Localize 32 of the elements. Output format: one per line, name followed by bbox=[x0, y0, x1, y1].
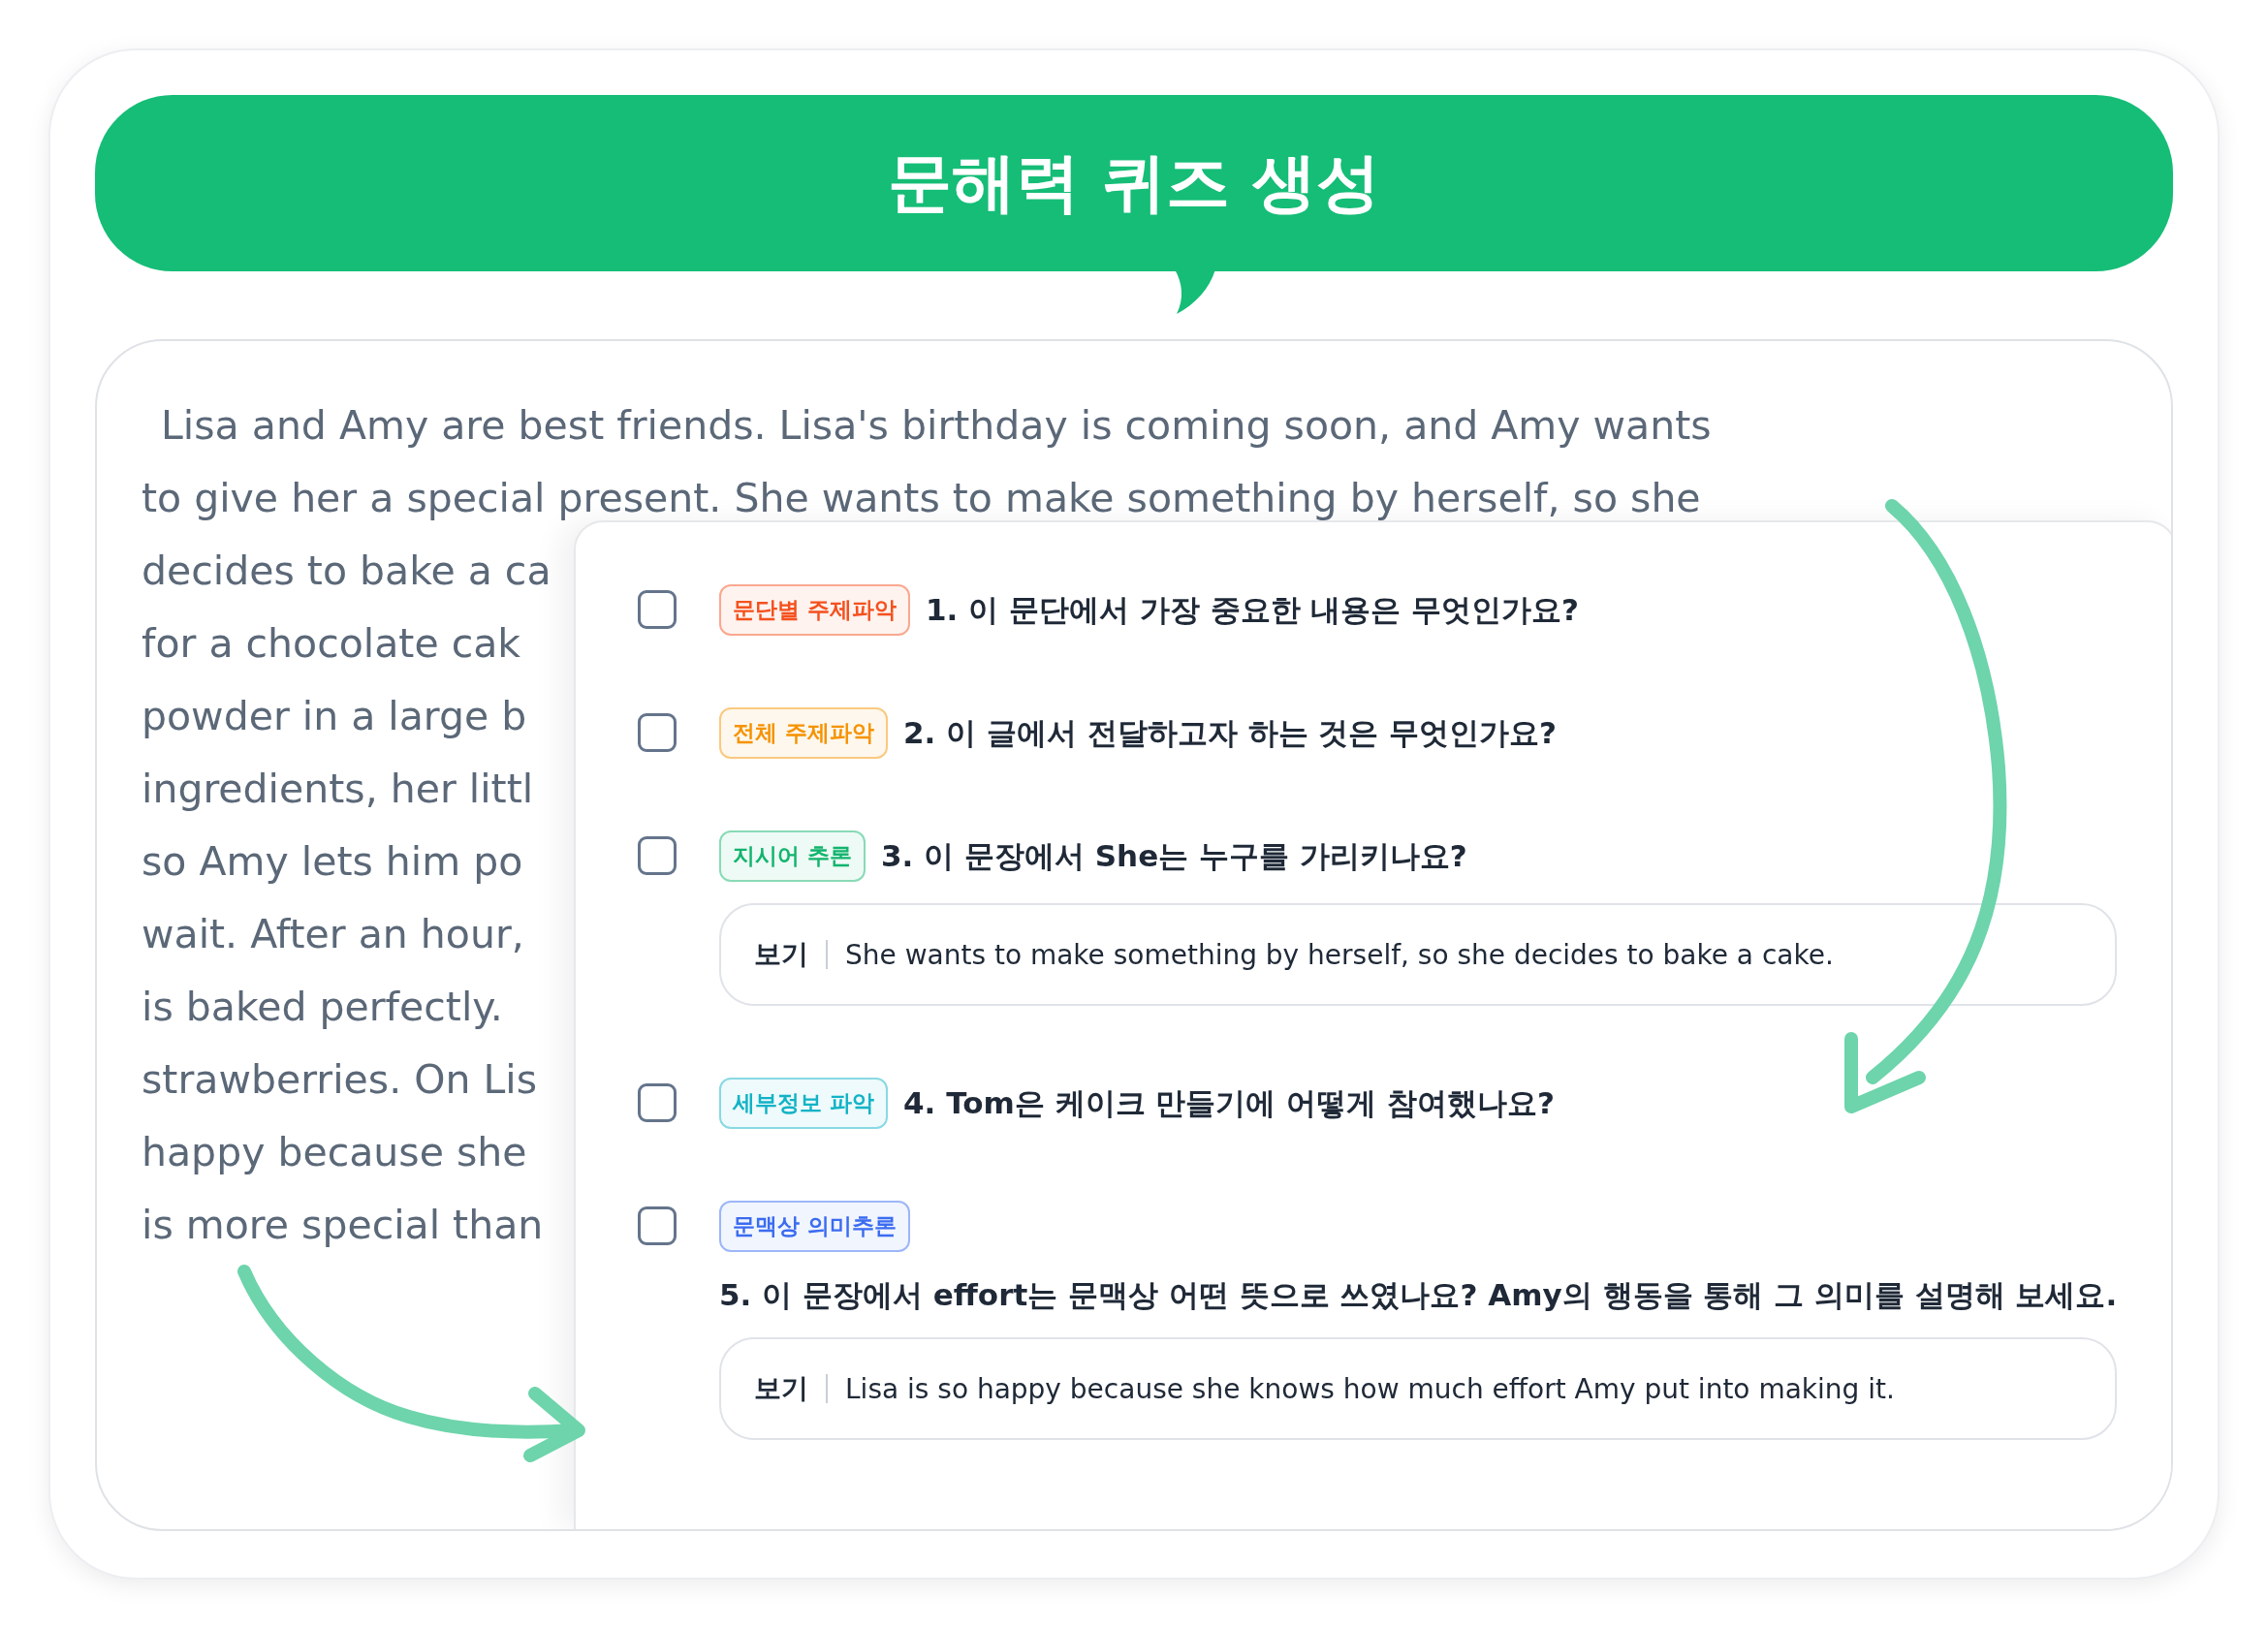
passage-line: decides to bake a ca bbox=[142, 547, 552, 596]
page-title: 문해력 퀴즈 생성 bbox=[888, 144, 1380, 222]
checkbox[interactable] bbox=[638, 590, 677, 629]
question-text: 2. 이 글에서 전달하고자 하는 것은 무엇인가요? bbox=[903, 713, 1558, 752]
passage-line: powder in a large b bbox=[142, 692, 528, 741]
category-tag: 지시어 추론 bbox=[719, 830, 866, 882]
question-text: 3. 이 문장에서 She는 누구를 가리키나요? bbox=[881, 836, 1467, 875]
passage-line: happy because she bbox=[142, 1128, 528, 1177]
passage-line: is more special than bbox=[142, 1201, 545, 1250]
passage-line: ingredients, her littl bbox=[142, 765, 535, 814]
example-label: 보기 bbox=[754, 937, 808, 972]
passage-line: for a chocolate cak bbox=[142, 619, 522, 669]
question-text: 5. 이 문장에서 effort는 문맥상 어떤 뜻으로 쓰였나요? Amy의 행동을 통해 그 의미를 설명해 보세요. bbox=[719, 1276, 2118, 1314]
example-label: 보기 bbox=[754, 1371, 808, 1406]
passage-line: to give her a special present. She wants to make something by herself, so she bbox=[142, 474, 1702, 523]
checkbox[interactable] bbox=[638, 1083, 677, 1122]
checkbox[interactable] bbox=[638, 1206, 677, 1245]
checkbox[interactable] bbox=[638, 836, 677, 875]
passage-line: is baked perfectly. bbox=[142, 983, 504, 1032]
passage-line: Lisa and Amy are best friends. Lisa's birthday is coming soon, and Amy wants bbox=[160, 401, 1713, 451]
passage-line: wait. After an hour, bbox=[142, 910, 525, 959]
checkbox[interactable] bbox=[638, 713, 677, 752]
question-text: 4. Tom은 케이크 만들기에 어떻게 참여했나요? bbox=[903, 1083, 1555, 1122]
category-tag: 문단별 주제파악 bbox=[719, 584, 910, 636]
category-tag: 세부정보 파악 bbox=[719, 1078, 888, 1129]
passage-line: so Amy lets him po bbox=[142, 837, 524, 887]
passage-line: strawberries. On Lis bbox=[142, 1055, 539, 1105]
example-sentence: Lisa is so happy because she knows how much effort Amy put into making it. bbox=[845, 1372, 1895, 1405]
question-text: 1. 이 문단에서 가장 중요한 내용은 무엇인가요? bbox=[926, 590, 1580, 629]
category-tag: 문맥상 의미추론 bbox=[719, 1201, 910, 1252]
category-tag: 전체 주제파악 bbox=[719, 707, 888, 759]
example-sentence: She wants to make something by herself, so she decides to bake a cake. bbox=[845, 938, 1834, 971]
